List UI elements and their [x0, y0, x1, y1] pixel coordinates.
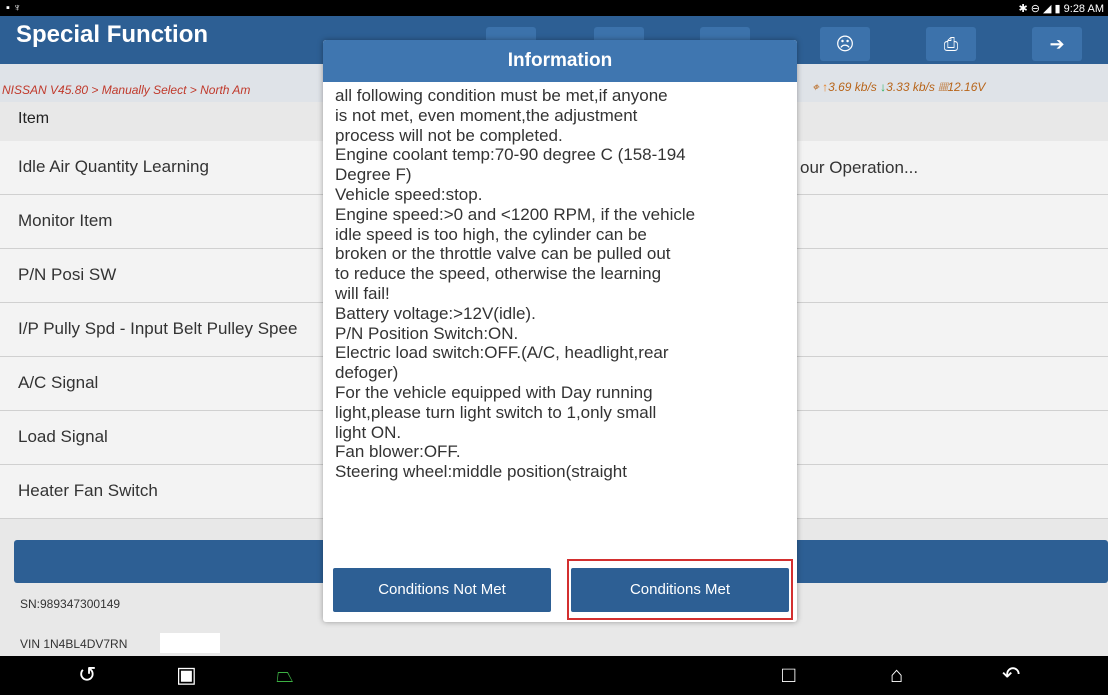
- highlight-box: [567, 559, 793, 620]
- conditions-not-met-button[interactable]: Conditions Not Met: [333, 568, 551, 612]
- home-icon[interactable]: ⌂: [890, 662, 903, 688]
- list-item-value: our Operation...: [800, 158, 919, 177]
- page-title: Special Function: [16, 21, 209, 48]
- download-speed: 3.33 kb/s: [886, 80, 935, 94]
- vin-redaction: [160, 633, 220, 653]
- battery-voltage: 12.16V: [947, 80, 986, 94]
- information-dialog: Information all following condition must…: [323, 40, 797, 622]
- network-status: ⌖ ↑3.69 kb/s ↓3.33 kb/s ▦12.16V: [812, 80, 985, 95]
- vin-number: VIN 1N4BL4DV7RN: [20, 637, 128, 651]
- recents-icon[interactable]: □: [782, 662, 795, 688]
- dialog-body[interactable]: all following condition must be met,if a…: [335, 86, 787, 556]
- serial-number: SN:989347300149: [20, 597, 121, 611]
- list-header: Item: [18, 110, 50, 127]
- wifi-icon: ⌖: [812, 80, 819, 94]
- exit-icon[interactable]: ➔: [1032, 27, 1082, 61]
- status-left-icons: ▪ ♆: [6, 2, 22, 14]
- home-vci-icon[interactable]: ↺: [78, 662, 96, 688]
- dialog-title: Information: [323, 40, 797, 82]
- status-right-info: ✱ ⊖ ◢ ▮ 9:28 AM: [1018, 3, 1104, 15]
- android-nav-bar: ↺ ▣ ⏢ □ ⌂ ↶: [0, 656, 1108, 695]
- gallery-icon[interactable]: ▣: [176, 662, 197, 688]
- status-bar: ▪ ♆ ✱ ⊖ ◢ ▮ 9:28 AM: [0, 0, 1108, 16]
- print-icon[interactable]: ⎙: [926, 27, 976, 61]
- battery-icon: ▦: [938, 80, 948, 94]
- breadcrumb: NISSAN V45.80 > Manually Select > North …: [2, 83, 251, 97]
- vci-icon[interactable]: ⏢: [276, 662, 294, 688]
- back-icon[interactable]: ↶: [1002, 662, 1020, 688]
- user-icon[interactable]: ☹: [820, 27, 870, 61]
- upload-speed: 3.69 kb/s: [828, 80, 877, 94]
